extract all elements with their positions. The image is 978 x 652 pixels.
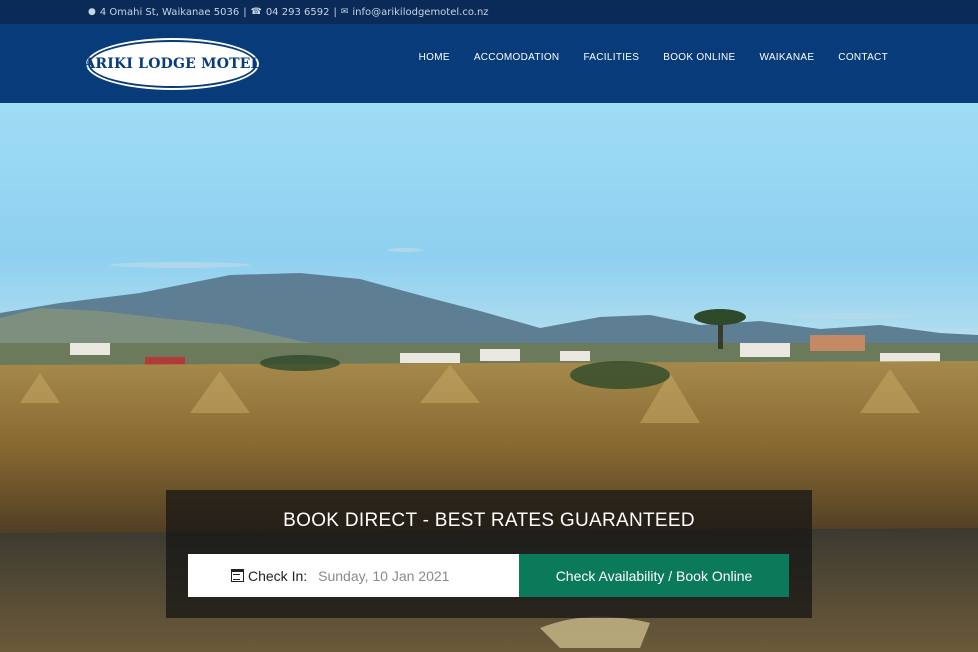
contact-topbar: ● 4 Omahi St, Waikanae 5036 | ☎ 04 293 6…: [0, 0, 978, 24]
site-header: ARIKI LODGE MOTEL HOME ACCOMODATION FACI…: [0, 24, 978, 103]
email-link[interactable]: info@arikilodgemotel.co.nz: [352, 7, 488, 18]
checkin-field[interactable]: Check In:: [188, 554, 519, 597]
calendar-icon: [231, 569, 244, 582]
map-marker-icon: ●: [88, 7, 96, 17]
phone-link[interactable]: 04 293 6592: [266, 7, 330, 18]
phone-icon: ☎: [250, 7, 262, 17]
booking-panel: BOOK DIRECT - BEST RATES GUARANTEED Chec…: [166, 490, 812, 618]
logo-text: ARIKI LODGE MOTEL: [84, 56, 261, 72]
nav-waikanae[interactable]: WAIKANAE: [759, 52, 814, 63]
check-availability-button[interactable]: Check Availability / Book Online: [519, 554, 789, 597]
nav-contact[interactable]: CONTACT: [838, 52, 888, 63]
divider: |: [243, 6, 247, 18]
address-text: 4 Omahi St, Waikanae 5036: [99, 6, 240, 18]
checkin-date-input[interactable]: [318, 567, 469, 584]
envelope-icon: ✉: [340, 7, 349, 17]
nav-book-online[interactable]: BOOK ONLINE: [663, 52, 735, 63]
checkin-label: Check In:: [248, 567, 308, 584]
nav-home[interactable]: HOME: [419, 52, 450, 63]
main-nav: HOME ACCOMODATION FACILITIES BOOK ONLINE…: [419, 52, 888, 63]
site-logo[interactable]: ARIKI LODGE MOTEL: [84, 40, 260, 88]
booking-title: BOOK DIRECT - BEST RATES GUARANTEED: [283, 510, 695, 531]
nav-accomodation[interactable]: ACCOMODATION: [474, 52, 560, 63]
nav-facilities[interactable]: FACILITIES: [583, 52, 639, 63]
divider: |: [333, 6, 337, 18]
